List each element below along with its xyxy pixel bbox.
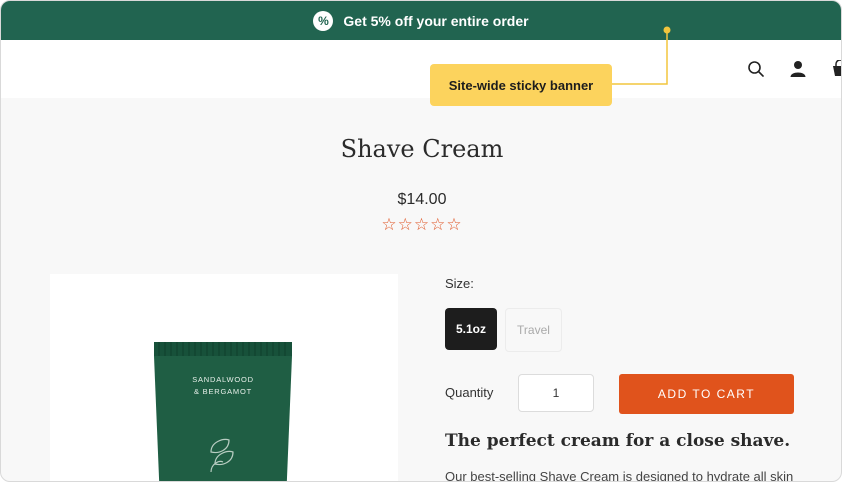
size-option-travel[interactable]: Travel (505, 308, 562, 352)
account-icon[interactable] (789, 60, 807, 78)
page-frame: % Get 5% off your entire order Site-wide… (0, 0, 842, 482)
product-price: $14.00 (397, 191, 447, 208)
site-header (1, 40, 841, 98)
tube-label-line1: SANDALWOOD (192, 375, 254, 384)
quantity-input[interactable] (518, 374, 594, 412)
cart-icon[interactable] (831, 60, 842, 78)
rating-stars[interactable]: ☆☆☆☆☆ (1, 215, 841, 235)
tube-label-line2: & BERGAMOT (194, 387, 252, 396)
size-option-5-1oz[interactable]: 5.1oz (445, 308, 497, 350)
shave-cream-tube: SANDALWOOD & BERGAMOT (154, 342, 292, 481)
size-label: Size: (445, 276, 474, 291)
product-title: Shave Cream (340, 135, 504, 163)
callout-connector (611, 26, 671, 85)
product-image: SANDALWOOD & BERGAMOT (50, 274, 398, 481)
quantity-label: Quantity (445, 385, 494, 400)
search-icon[interactable] (747, 60, 765, 78)
promo-banner[interactable]: % Get 5% off your entire order (1, 1, 841, 40)
add-to-cart-button[interactable]: ADD TO CART (619, 374, 794, 414)
discount-badge-icon: % (313, 10, 334, 31)
description-heading: The perfect cream for a close shave. (445, 431, 791, 451)
annotation-callout: Site-wide sticky banner (430, 64, 612, 106)
description-text: Our best-selling Shave Cream is designed… (445, 469, 794, 482)
banner-text: Get 5% off your entire order (343, 12, 529, 29)
